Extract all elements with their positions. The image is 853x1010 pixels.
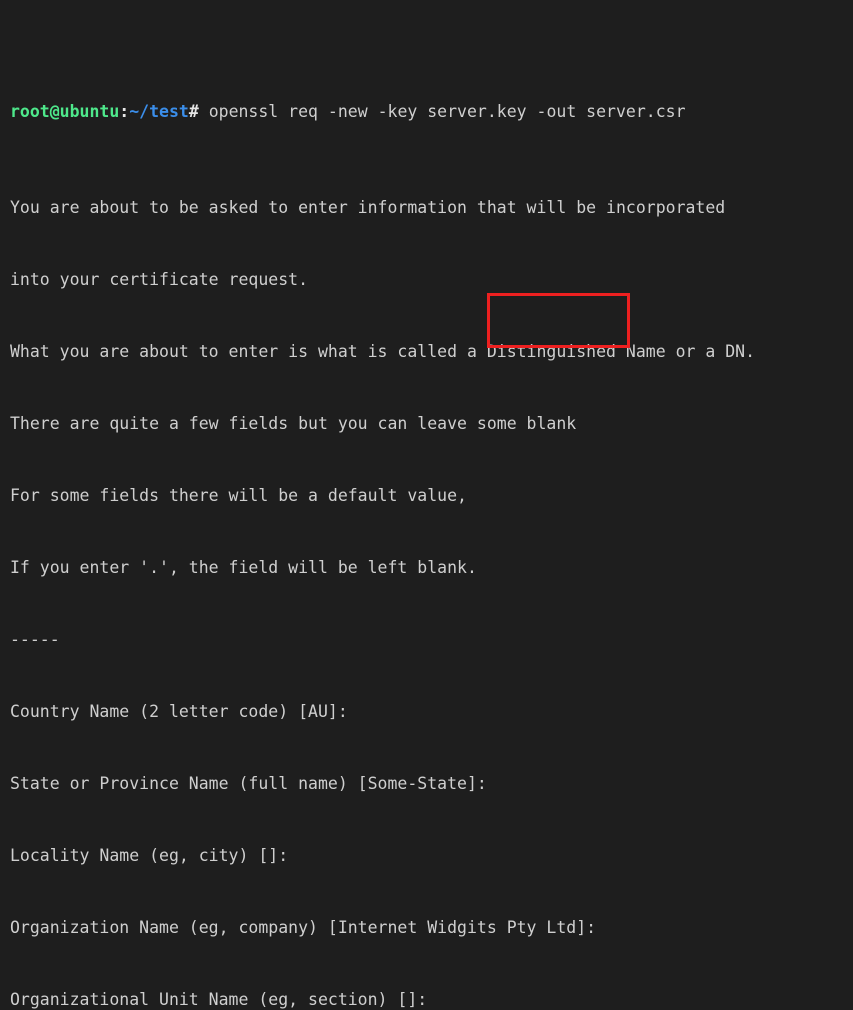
- field-prompt-country-name: Country Name (2 letter code) [AU]:: [10, 702, 348, 721]
- output-line: If you enter '.', the field will be left…: [10, 558, 477, 577]
- field-prompt-organization: Organization Name (eg, company) [Interne…: [10, 918, 597, 937]
- field-prompt-locality: Locality Name (eg, city) []:: [10, 846, 289, 865]
- terminal-screen: root@ubuntu:~/test# openssl req -new -ke…: [10, 4, 853, 1010]
- prompt-symbol: #: [188, 102, 199, 121]
- separator-line: -----: [10, 630, 60, 649]
- command-prompt-line: root@ubuntu:~/test# openssl req -new -ke…: [10, 100, 853, 124]
- prompt-separator: :: [119, 102, 130, 121]
- command-text: openssl req -new -key server.key -out se…: [198, 102, 686, 121]
- field-prompt-state-province: State or Province Name (full name) [Some…: [10, 774, 487, 793]
- output-line: What you are about to enter is what is c…: [10, 342, 756, 361]
- output-line: There are quite a few fields but you can…: [10, 414, 577, 433]
- output-line: into your certificate request.: [10, 270, 309, 289]
- terminal-window[interactable]: root@ubuntu:~/test# openssl req -new -ke…: [0, 0, 853, 1009]
- prompt-path: ~/test: [129, 102, 189, 121]
- output-line: For some fields there will be a default …: [10, 486, 467, 505]
- prompt-user-host: root@ubuntu: [10, 102, 120, 121]
- field-prompt-organizational-unit: Organizational Unit Name (eg, section) […: [10, 990, 428, 1009]
- output-line: You are about to be asked to enter infor…: [10, 198, 726, 217]
